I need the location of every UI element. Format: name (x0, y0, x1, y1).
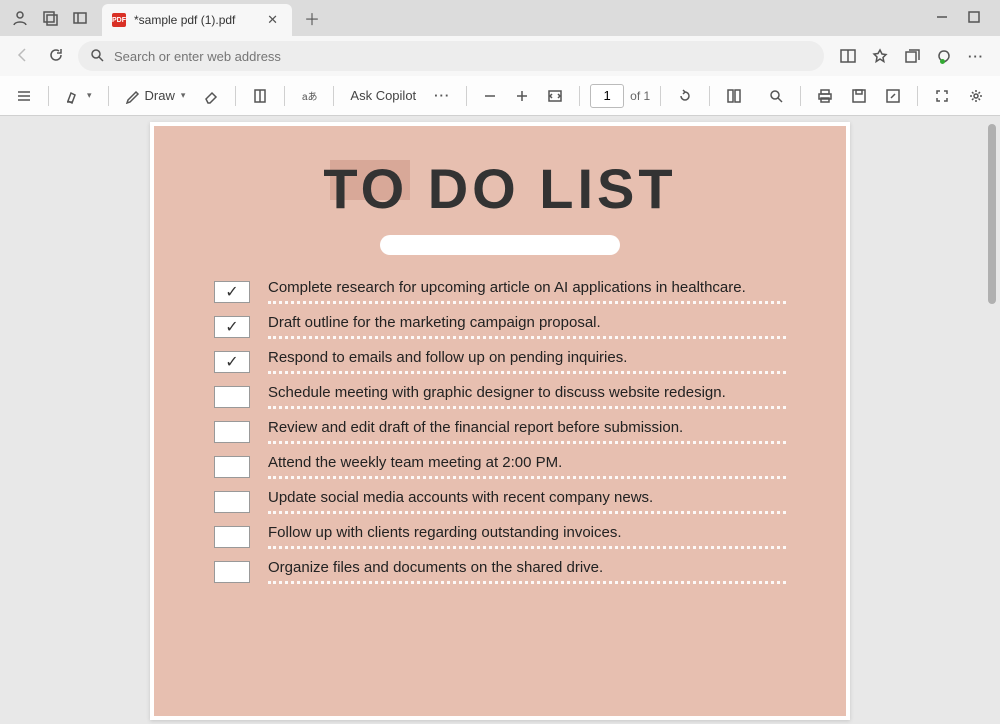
highlight-button[interactable]: ▾ (59, 84, 98, 108)
ask-copilot-button[interactable]: Ask Copilot (344, 84, 422, 107)
dotted-line (268, 581, 786, 584)
workspaces-icon[interactable] (42, 10, 58, 26)
todo-item: ✓ Respond to emails and follow up on pend… (214, 349, 786, 374)
url-input-box[interactable] (78, 41, 824, 71)
todo-checkbox[interactable] (214, 526, 250, 548)
dotted-line (268, 406, 786, 409)
todo-checkbox[interactable] (214, 456, 250, 478)
toolbar-more-button[interactable]: ··· (428, 84, 456, 107)
document-title: TO DO LIST (214, 156, 786, 221)
todo-checkbox[interactable] (214, 386, 250, 408)
todo-item-text: Follow up with clients regarding outstan… (268, 524, 786, 544)
print-button[interactable] (811, 84, 839, 108)
dotted-line (268, 336, 786, 339)
dotted-line (268, 511, 786, 514)
rotate-button[interactable] (671, 84, 699, 108)
vertical-scrollbar[interactable] (988, 120, 998, 720)
search-icon (90, 48, 104, 65)
refresh-button[interactable] (44, 47, 68, 66)
favorites-icon[interactable] (872, 48, 888, 64)
todo-checkbox[interactable] (214, 491, 250, 513)
fullscreen-button[interactable] (928, 84, 956, 108)
draw-button[interactable]: Draw ▾ (119, 84, 192, 108)
page-total-label: of 1 (630, 89, 650, 103)
todo-item: ✓ Draft outline for the marketing campaig… (214, 314, 786, 339)
todo-item-text: Respond to emails and follow up on pendi… (268, 349, 786, 369)
window-titlebar: PDF *sample pdf (1).pdf ✕ ＋ (0, 0, 1000, 36)
copilot-label: Ask Copilot (350, 88, 416, 103)
todo-item: Schedule meeting with graphic designer t… (214, 384, 786, 409)
pdf-toolbar: ▾ Draw ▾ aあ Ask Copilot ··· of 1 (0, 76, 1000, 116)
todo-item-text: Review and edit draft of the financial r… (268, 419, 786, 439)
browser-tab[interactable]: PDF *sample pdf (1).pdf ✕ (102, 4, 292, 36)
read-aloud-button[interactable] (246, 84, 274, 108)
todo-item: Review and edit draft of the financial r… (214, 419, 786, 444)
todo-item-text: Schedule meeting with graphic designer t… (268, 384, 786, 404)
todo-item: Follow up with clients regarding outstan… (214, 524, 786, 549)
todo-item-text: Attend the weekly team meeting at 2:00 P… (268, 454, 786, 474)
dotted-line (268, 371, 786, 374)
zoom-out-button[interactable] (477, 85, 503, 107)
checkmark-icon: ✓ (225, 317, 238, 337)
url-input[interactable] (114, 49, 812, 64)
translate-button[interactable]: aあ (295, 84, 323, 108)
fit-page-button[interactable] (541, 84, 569, 108)
contents-button[interactable] (10, 84, 38, 108)
dotted-line (268, 476, 786, 479)
dotted-line (268, 546, 786, 549)
todo-checkbox[interactable]: ✓ (214, 351, 250, 373)
todo-item-text: Complete research for upcoming article o… (268, 279, 786, 299)
erase-button[interactable] (197, 84, 225, 108)
tab-actions-icon[interactable] (72, 10, 88, 26)
zoom-in-button[interactable] (509, 85, 535, 107)
todo-item-text: Draft outline for the marketing campaign… (268, 314, 786, 334)
save-button[interactable] (845, 84, 873, 108)
settings-button[interactable] (962, 84, 990, 108)
todo-checkbox[interactable]: ✓ (214, 316, 250, 338)
scrollbar-thumb[interactable] (988, 124, 996, 304)
tab-title: *sample pdf (1).pdf (134, 13, 255, 27)
minimize-button[interactable] (936, 11, 948, 26)
draw-label: Draw (145, 88, 175, 103)
page-view-button[interactable] (720, 84, 748, 108)
todo-item: Update social media accounts with recent… (214, 489, 786, 514)
split-screen-icon[interactable] (840, 48, 856, 64)
address-bar: ··· (0, 36, 1000, 76)
todo-list: ✓ Complete research for upcoming article … (214, 279, 786, 584)
todo-item: ✓ Complete research for upcoming article … (214, 279, 786, 304)
more-menu-button[interactable]: ··· (968, 49, 984, 64)
dotted-line (268, 441, 786, 444)
maximize-button[interactable] (968, 11, 980, 26)
new-tab-button[interactable]: ＋ (300, 2, 324, 34)
back-button[interactable] (10, 47, 34, 66)
todo-item-text: Update social media accounts with recent… (268, 489, 786, 509)
checkmark-icon: ✓ (225, 352, 238, 372)
find-button[interactable] (762, 84, 790, 108)
dotted-line (268, 301, 786, 304)
browser-essentials-icon[interactable] (936, 48, 952, 64)
todo-item-text: Organize files and documents on the shar… (268, 559, 786, 579)
todo-checkbox[interactable]: ✓ (214, 281, 250, 303)
svg-text:aあ: aあ (302, 91, 317, 103)
collections-icon[interactable] (904, 48, 920, 64)
todo-checkbox[interactable] (214, 561, 250, 583)
pdf-viewer[interactable]: TO DO LIST ✓ Complete research for upcomi… (0, 116, 1000, 724)
todo-checkbox[interactable] (214, 421, 250, 443)
edit-button[interactable] (879, 84, 907, 108)
pdf-file-icon: PDF (112, 13, 126, 27)
todo-item: Organize files and documents on the shar… (214, 559, 786, 584)
todo-item: Attend the weekly team meeting at 2:00 P… (214, 454, 786, 479)
profile-icon[interactable] (12, 10, 28, 26)
close-tab-button[interactable]: ✕ (263, 10, 282, 30)
title-underline (380, 235, 620, 255)
page-number-input[interactable] (590, 84, 624, 108)
pdf-page: TO DO LIST ✓ Complete research for upcomi… (150, 122, 850, 720)
checkmark-icon: ✓ (225, 282, 238, 302)
